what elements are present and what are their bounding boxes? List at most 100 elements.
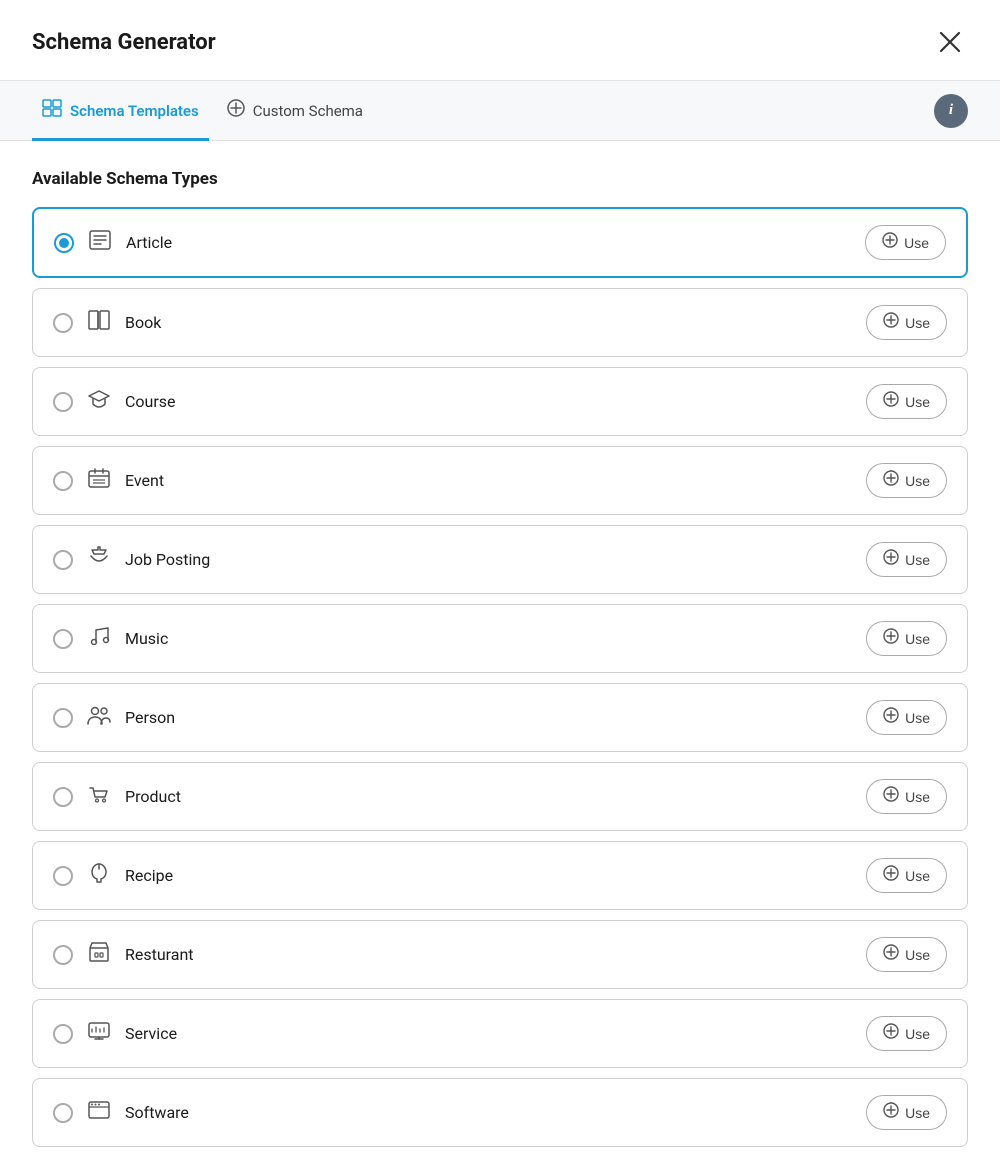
use-button-software[interactable]: Use [866,1095,947,1130]
radio-article[interactable] [54,233,74,253]
modal-header: Schema Generator [0,0,1000,81]
schema-item-product[interactable]: Product Use [32,762,968,831]
use-label-service: Use [905,1026,930,1042]
use-button-product[interactable]: Use [866,779,947,814]
schema-label-software: Software [125,1103,189,1122]
schema-templates-icon [42,99,62,122]
custom-schema-icon [227,99,245,122]
schema-list: Article Use [32,207,968,1147]
schema-label-music: Music [125,629,168,648]
product-icon [87,783,111,810]
person-icon [87,705,111,730]
content-area: Available Schema Types Article [0,141,1000,1175]
use-icon-course [883,391,899,412]
course-icon [87,389,111,414]
use-icon-person [883,707,899,728]
software-icon [87,1100,111,1125]
radio-recipe[interactable] [53,866,73,886]
service-icon [87,1021,111,1046]
info-button[interactable]: i [934,94,968,128]
recipe-icon [87,862,111,889]
use-icon-job-posting [883,549,899,570]
schema-item-course[interactable]: Course Use [32,367,968,436]
use-label-software: Use [905,1105,930,1121]
schema-label-product: Product [125,787,181,806]
radio-person[interactable] [53,708,73,728]
radio-service[interactable] [53,1024,73,1044]
use-icon-book [883,312,899,333]
use-button-person[interactable]: Use [866,700,947,735]
use-icon-music [883,628,899,649]
radio-course[interactable] [53,392,73,412]
use-button-job-posting[interactable]: Use [866,542,947,577]
use-icon-article [882,232,898,253]
tab-schema-templates[interactable]: Schema Templates [32,81,209,141]
schema-label-article: Article [126,233,172,252]
use-icon-product [883,786,899,807]
info-icon: i [949,102,953,119]
use-label-person: Use [905,710,930,726]
tab-custom-schema-label: Custom Schema [253,102,363,120]
schema-item-article-left: Article [54,230,172,255]
use-label-article: Use [904,235,929,251]
schema-item-article[interactable]: Article Use [32,207,968,278]
schema-label-person: Person [125,708,175,727]
use-button-event[interactable]: Use [866,463,947,498]
tab-schema-templates-label: Schema Templates [70,102,199,120]
job-posting-icon [87,546,111,573]
use-label-resturant: Use [905,947,930,963]
use-label-book: Use [905,315,930,331]
use-icon-resturant [883,944,899,965]
radio-software[interactable] [53,1103,73,1123]
schema-item-book-left: Book [53,310,161,335]
schema-item-recipe[interactable]: Recipe Use [32,841,968,910]
schema-label-book: Book [125,313,161,332]
book-icon [87,310,111,335]
use-button-music[interactable]: Use [866,621,947,656]
radio-book[interactable] [53,313,73,333]
use-button-article[interactable]: Use [865,225,946,260]
modal-title: Schema Generator [32,30,216,55]
close-button[interactable] [932,24,968,60]
schema-item-service[interactable]: Service Use [32,999,968,1068]
use-label-course: Use [905,394,930,410]
radio-music[interactable] [53,629,73,649]
schema-item-music[interactable]: Music Use [32,604,968,673]
tab-custom-schema[interactable]: Custom Schema [217,81,373,141]
use-label-recipe: Use [905,868,930,884]
use-button-course[interactable]: Use [866,384,947,419]
article-icon [88,230,112,255]
use-icon-event [883,470,899,491]
use-icon-software [883,1102,899,1123]
schema-label-job-posting: Job Posting [125,550,210,569]
resturant-icon [87,941,111,968]
use-button-resturant[interactable]: Use [866,937,947,972]
radio-event[interactable] [53,471,73,491]
schema-label-resturant: Resturant [125,945,194,964]
schema-item-software[interactable]: Software Use [32,1078,968,1147]
schema-item-resturant[interactable]: Resturant Use [32,920,968,989]
use-label-music: Use [905,631,930,647]
schema-item-person[interactable]: Person Use [32,683,968,752]
section-title: Available Schema Types [32,169,968,189]
schema-generator-modal: Schema Generator Schema Templates [0,0,1000,1175]
use-label-event: Use [905,473,930,489]
schema-item-book[interactable]: Book Use [32,288,968,357]
schema-label-event: Event [125,471,164,490]
radio-product[interactable] [53,787,73,807]
schema-label-service: Service [125,1024,177,1043]
use-button-service[interactable]: Use [866,1016,947,1051]
radio-resturant[interactable] [53,945,73,965]
radio-job-posting[interactable] [53,550,73,570]
use-button-book[interactable]: Use [866,305,947,340]
tabs-bar: Schema Templates Custom Schema i [0,81,1000,141]
schema-item-event[interactable]: Event Use [32,446,968,515]
use-icon-recipe [883,865,899,886]
use-button-recipe[interactable]: Use [866,858,947,893]
use-label-product: Use [905,789,930,805]
event-icon [87,468,111,493]
schema-item-job-posting[interactable]: Job Posting Use [32,525,968,594]
schema-label-recipe: Recipe [125,866,173,885]
schema-label-course: Course [125,392,176,411]
use-label-job-posting: Use [905,552,930,568]
